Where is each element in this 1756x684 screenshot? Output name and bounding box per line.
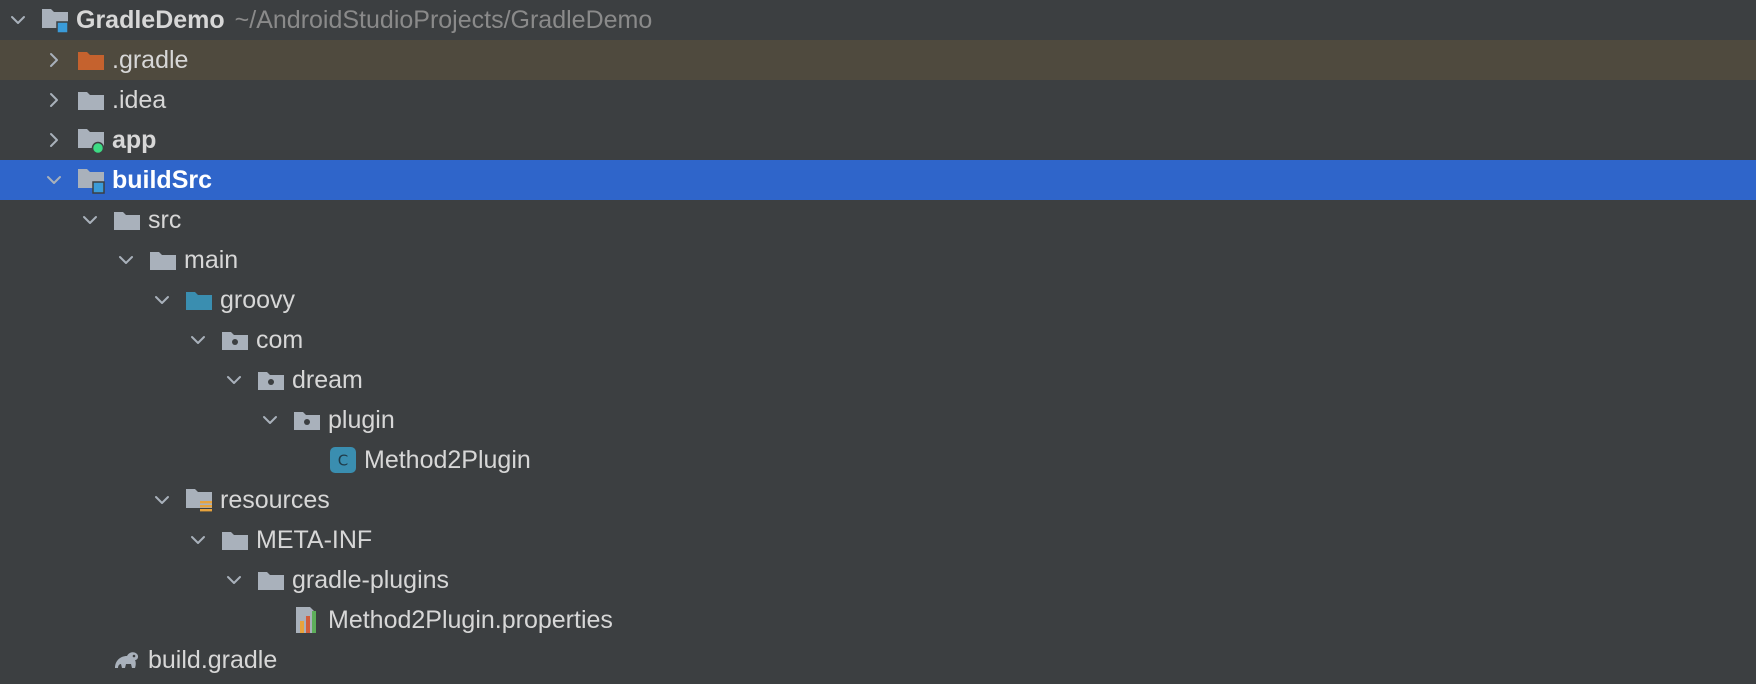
package-folder-icon xyxy=(292,400,326,440)
tree-item-label: resources xyxy=(220,485,330,514)
chevron-down-icon[interactable] xyxy=(252,400,288,440)
folder-icon xyxy=(148,240,182,280)
tree-row-plugin[interactable]: plugin xyxy=(0,400,1756,440)
tree-item-label: Method2Plugin xyxy=(364,445,531,474)
tree-row-method2plugin-properties[interactable]: Method2Plugin.properties xyxy=(0,600,1756,640)
folder-icon xyxy=(112,200,146,240)
chevron-down-icon[interactable] xyxy=(180,320,216,360)
tree-row-gradle-plugins[interactable]: gradle-plugins xyxy=(0,560,1756,600)
chevron-right-icon[interactable] xyxy=(36,80,72,120)
chevron-down-icon[interactable] xyxy=(36,160,72,200)
folder-icon xyxy=(76,80,110,120)
chevron-down-icon[interactable] xyxy=(216,360,252,400)
tree-row-build-gradle[interactable]: build.gradle xyxy=(0,640,1756,680)
chevron-down-icon[interactable] xyxy=(0,0,36,40)
chevron-right-icon[interactable] xyxy=(36,120,72,160)
tree-row-groovy[interactable]: groovy xyxy=(0,280,1756,320)
tree-item-label: Method2Plugin.properties xyxy=(328,605,613,634)
folder-icon xyxy=(220,520,254,560)
chevron-right-icon[interactable] xyxy=(36,40,72,80)
tree-item-label: src xyxy=(148,205,182,234)
tree-row-buildsrc[interactable]: buildSrc xyxy=(0,160,1756,200)
chevron-down-icon[interactable] xyxy=(144,280,180,320)
tree-row-main[interactable]: main xyxy=(0,240,1756,280)
tree-row-meta-inf[interactable]: META-INF xyxy=(0,520,1756,560)
tree-item-label: GradleDemo xyxy=(76,5,225,34)
chevron-down-icon[interactable] xyxy=(72,200,108,240)
module-folder-icon xyxy=(40,0,74,40)
tree-item-label: gradle-plugins xyxy=(292,565,450,594)
android-module-folder-icon xyxy=(76,120,110,160)
tree-item-label: plugin xyxy=(328,405,395,434)
excluded-folder-icon xyxy=(76,40,110,80)
svg-text:C: C xyxy=(338,452,348,470)
project-path: ~/AndroidStudioProjects/GradleDemo xyxy=(234,5,653,34)
tree-row-resources[interactable]: resources xyxy=(0,480,1756,520)
tree-item-label: com xyxy=(256,325,304,354)
tree-row-gradledemo[interactable]: GradleDemo ~/AndroidStudioProjects/Gradle… xyxy=(0,0,1756,40)
tree-item-label: .idea xyxy=(112,85,167,114)
package-folder-icon xyxy=(256,360,290,400)
tree-item-label: buildSrc xyxy=(112,165,213,194)
tree-row-app[interactable]: app xyxy=(0,120,1756,160)
chevron-down-icon[interactable] xyxy=(216,560,252,600)
tree-row-src[interactable]: src xyxy=(0,200,1756,240)
package-folder-icon xyxy=(220,320,254,360)
groovy-class-icon: C xyxy=(328,440,362,480)
tree-item-label: app xyxy=(112,125,157,154)
tree-row-idea[interactable]: .idea xyxy=(0,80,1756,120)
folder-icon xyxy=(256,560,290,600)
tree-row-method2plugin[interactable]: C Method2Plugin xyxy=(0,440,1756,480)
chevron-down-icon[interactable] xyxy=(144,480,180,520)
tree-row-com[interactable]: com xyxy=(0,320,1756,360)
gradle-elephant-icon xyxy=(112,640,146,680)
tree-item-label: dream xyxy=(292,365,363,394)
resources-folder-icon xyxy=(184,480,218,520)
project-tree: GradleDemo ~/AndroidStudioProjects/Gradle… xyxy=(0,0,1756,684)
tree-item-label: groovy xyxy=(220,285,296,314)
chevron-down-icon[interactable] xyxy=(108,240,144,280)
tree-row-dream[interactable]: dream xyxy=(0,360,1756,400)
properties-file-icon xyxy=(292,600,326,640)
module-folder-icon xyxy=(76,160,110,200)
chevron-down-icon[interactable] xyxy=(180,520,216,560)
tree-item-label: main xyxy=(184,245,239,274)
tree-row-gradle[interactable]: .gradle xyxy=(0,40,1756,80)
source-root-folder-icon xyxy=(184,280,218,320)
tree-item-label: META-INF xyxy=(256,525,373,554)
tree-item-label: build.gradle xyxy=(148,645,278,674)
tree-item-label: .gradle xyxy=(112,45,189,74)
